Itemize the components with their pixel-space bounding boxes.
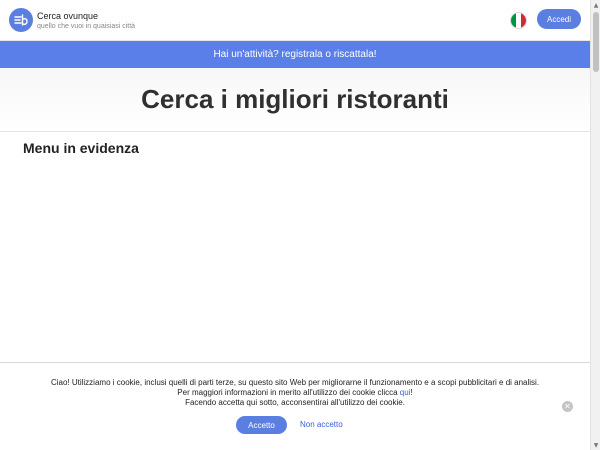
italy-flag-icon[interactable]	[510, 12, 527, 29]
section-title-featured-menus: Menu in evidenza	[23, 140, 139, 156]
banner-text[interactable]: Hai un'attività? registrala o riscattala…	[213, 49, 376, 60]
top-search-bar: Cerca ovunque quello che vuoi in quaisia…	[0, 0, 590, 41]
scroll-thumb[interactable]	[593, 12, 599, 72]
cookie-message-line-2: Per maggiori informazioni in merito all'…	[0, 388, 590, 398]
search-location-field[interactable]: Cerca ovunque quello che vuoi in quaisia…	[37, 11, 135, 31]
decline-cookies-link[interactable]: Non accetto	[300, 420, 343, 429]
scroll-up-arrow-icon[interactable]: ▲	[591, 0, 600, 10]
search-title: Cerca ovunque	[37, 11, 99, 21]
cookie-message-line-2-end: !	[410, 388, 413, 397]
cookie-info-link[interactable]: qui	[400, 388, 411, 397]
accept-cookies-button[interactable]: Accetto	[236, 416, 287, 434]
hero-section: Cerca i migliori ristoranti	[0, 68, 590, 132]
cookie-message-line-2-text: Per maggiori informazioni in merito all'…	[177, 388, 400, 397]
scroll-down-arrow-icon[interactable]: ▼	[591, 440, 600, 450]
search-subtitle: quello che vuoi in quaisiasi città	[37, 23, 136, 30]
close-icon[interactable]: ✕	[562, 401, 573, 412]
business-claim-banner[interactable]: Hai un'attività? registrala o riscattala…	[0, 41, 590, 68]
cookie-message-line-1: Ciao! Utilizziamo i cookie, inclusi quel…	[50, 378, 540, 387]
cookie-message: Ciao! Utilizziamo i cookie, inclusi quel…	[0, 378, 590, 408]
page-title: Cerca i migliori ristoranti	[141, 84, 449, 114]
fork-knife-logo-icon[interactable]	[9, 8, 33, 32]
vertical-scrollbar[interactable]: ▲ ▼	[590, 0, 600, 450]
page-viewport: Cerca ovunque quello che vuoi in quaisia…	[0, 0, 590, 450]
cookie-message-line-3: Facendo accetta qui sotto, acconsentirai…	[185, 398, 405, 407]
login-button[interactable]: Accedi	[537, 9, 581, 29]
cookie-consent-banner: Ciao! Utilizziamo i cookie, inclusi quel…	[0, 362, 590, 450]
